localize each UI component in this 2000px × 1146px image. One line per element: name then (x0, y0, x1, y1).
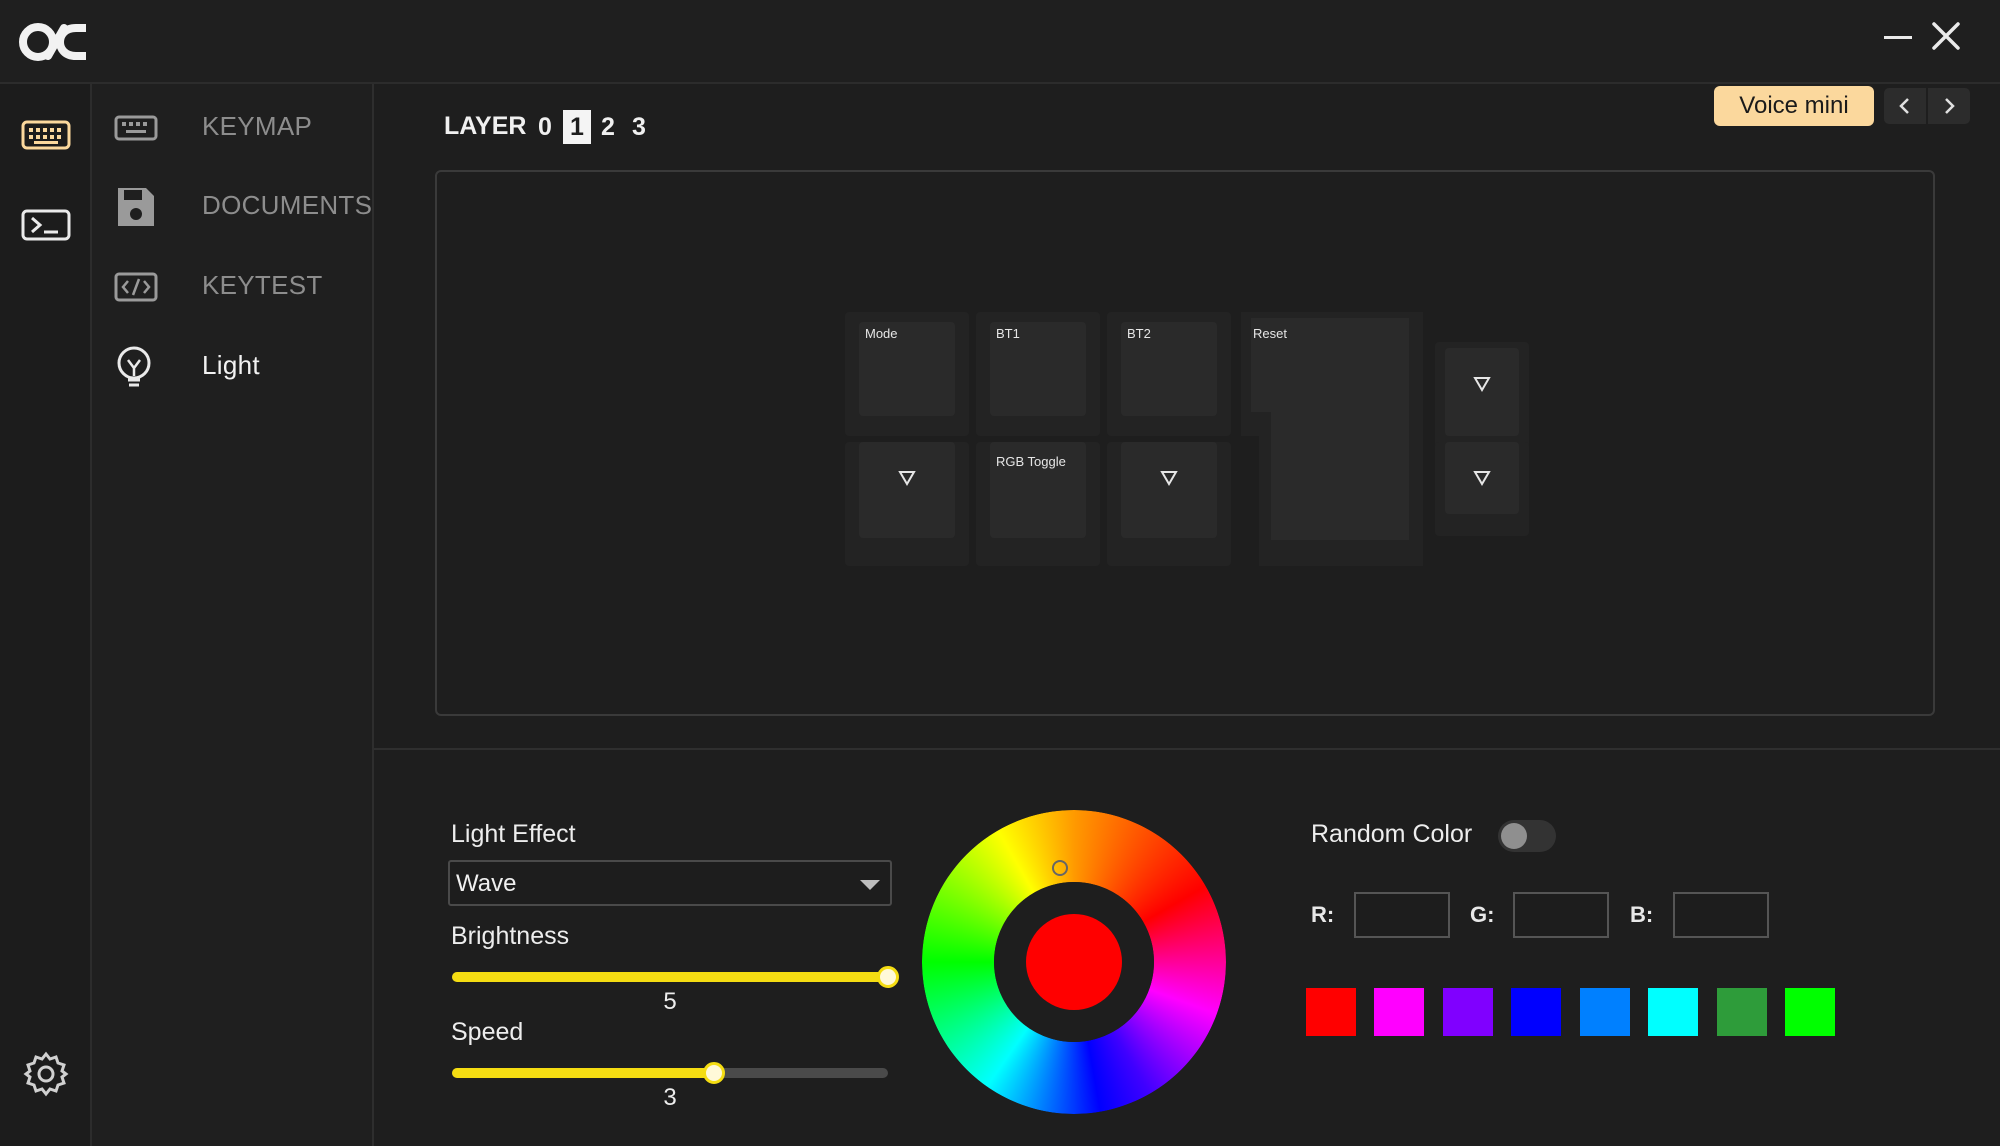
color-swatch[interactable] (1580, 988, 1630, 1036)
brightness-value: 5 (663, 988, 677, 1015)
color-swatch[interactable] (1374, 988, 1424, 1036)
rail-keyboard-button[interactable] (20, 114, 72, 154)
keyboard-icon (21, 120, 71, 150)
key-label: BT2 (1127, 326, 1151, 341)
icon-rail (0, 84, 92, 1146)
app-logo (19, 23, 86, 61)
layer-label: LAYER (444, 112, 527, 140)
close-icon[interactable] (1930, 18, 1962, 54)
nav-item-keymap[interactable]: KEYMAP (114, 101, 364, 155)
b-input[interactable] (1673, 892, 1769, 938)
nav-item-keytest[interactable]: KEYTEST (114, 260, 364, 314)
title-bar (0, 0, 2000, 84)
g-label: G: (1470, 902, 1495, 927)
slider-knob[interactable] (877, 966, 899, 988)
chevron-right-icon (1945, 98, 1955, 114)
chevron-left-icon (1899, 98, 1909, 114)
light-effect-select[interactable]: Wave (448, 860, 892, 906)
keyboard-layout-panel: Mode BT1 BT2 Reset RGB Toggle (435, 170, 1935, 716)
bulb-icon (117, 346, 151, 387)
key-reset[interactable]: Reset (1237, 312, 1427, 566)
toggle-knob (1501, 823, 1527, 849)
layer-tab-2[interactable]: 2 (594, 110, 622, 144)
slider-knob[interactable] (702, 1062, 725, 1084)
layer-tab-0[interactable]: 0 (531, 110, 559, 144)
key-transparent[interactable] (845, 442, 969, 566)
selected-color-preview (1026, 914, 1122, 1010)
random-color-label: Random Color (1311, 820, 1473, 848)
key-bt2[interactable]: BT2 (1107, 312, 1231, 436)
color-wheel[interactable] (922, 810, 1226, 1114)
nav-item-light[interactable]: Light (114, 340, 364, 394)
code-icon (114, 272, 158, 302)
r-input[interactable] (1354, 892, 1450, 938)
brightness-slider[interactable] (452, 962, 899, 990)
color-swatch[interactable] (1306, 988, 1356, 1036)
triangle-down-icon (1160, 471, 1178, 486)
nav-item-documents[interactable]: DOCUMENTS (114, 180, 372, 234)
nav-item-label: Light (202, 350, 260, 380)
key-transparent[interactable] (1435, 342, 1529, 454)
device-prev-button[interactable] (1884, 88, 1926, 124)
keyboard-icon (114, 115, 158, 141)
chevron-down-icon (860, 880, 880, 890)
key-label: BT1 (996, 326, 1020, 341)
r-label: R: (1311, 902, 1335, 927)
minimize-icon[interactable] (1882, 20, 1914, 52)
key-mode[interactable]: Mode (845, 312, 969, 436)
device-next-button[interactable] (1928, 88, 1970, 124)
key-label: Mode (865, 326, 898, 341)
color-swatch[interactable] (1648, 988, 1698, 1036)
speed-slider[interactable] (452, 1058, 888, 1086)
rail-terminal-button[interactable] (20, 204, 72, 244)
color-swatch[interactable] (1785, 988, 1835, 1036)
key-label: Reset (1253, 326, 1287, 341)
nav-item-label: KEYTEST (202, 270, 323, 300)
device-badge[interactable]: Voice mini (1714, 86, 1874, 126)
save-icon (118, 188, 154, 226)
b-label: B: (1630, 902, 1654, 927)
light-effect-label: Light Effect (451, 820, 576, 848)
light-effect-value: Wave (456, 870, 517, 897)
slider-fill (452, 1068, 714, 1078)
color-swatch[interactable] (1443, 988, 1493, 1036)
color-swatch[interactable] (1717, 988, 1767, 1036)
triangle-down-icon (1473, 377, 1491, 392)
nav-item-label: DOCUMENTS (202, 190, 373, 220)
gear-icon[interactable] (22, 1050, 70, 1098)
triangle-down-icon (898, 471, 916, 486)
slider-fill (452, 972, 888, 982)
reset-key-shape (1241, 312, 1423, 566)
key-label: RGB Toggle (996, 454, 1066, 469)
random-color-toggle[interactable] (1498, 820, 1556, 852)
color-swatch[interactable] (1511, 988, 1561, 1036)
speed-label: Speed (451, 1018, 524, 1046)
g-input[interactable] (1513, 892, 1609, 938)
speed-value: 3 (663, 1084, 677, 1111)
nav-item-label: KEYMAP (202, 111, 313, 141)
key-transparent[interactable] (1107, 442, 1231, 566)
key-transparent[interactable] (1435, 442, 1529, 536)
layer-tab-1[interactable]: 1 (563, 110, 591, 144)
section-divider (374, 748, 2000, 750)
brightness-label: Brightness (451, 922, 570, 950)
key-rgb-toggle[interactable]: RGB Toggle (976, 442, 1100, 566)
key-bt1[interactable]: BT1 (976, 312, 1100, 436)
triangle-down-icon (1473, 471, 1491, 486)
side-nav: KEYMAP DOCUMENTS KEYTEST Light (92, 84, 374, 1146)
terminal-icon (21, 209, 71, 241)
layer-tab-3[interactable]: 3 (625, 110, 653, 144)
